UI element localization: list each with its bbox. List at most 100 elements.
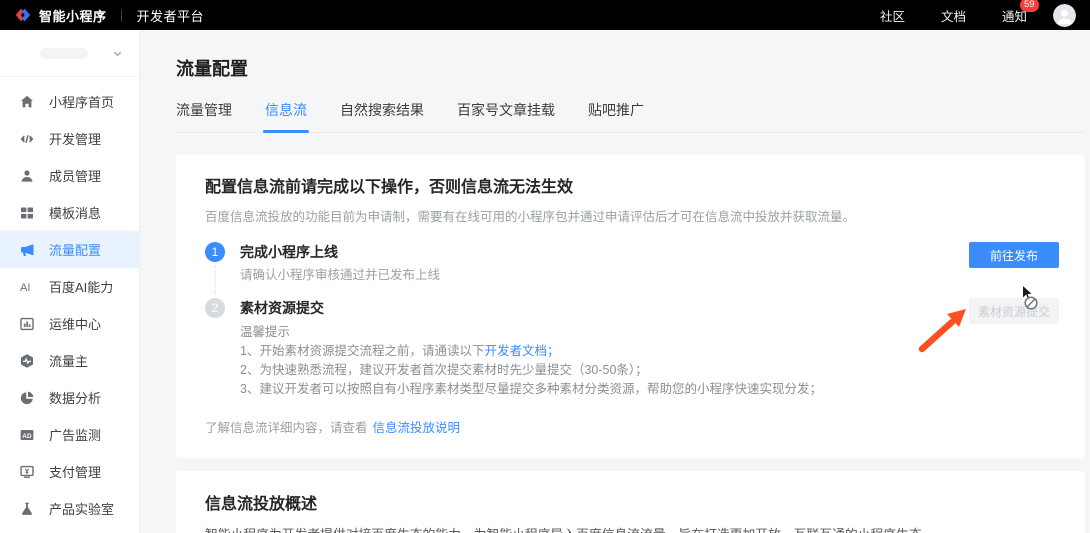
traffic-owner-icon: [19, 353, 35, 369]
app-selector[interactable]: [0, 30, 139, 77]
ad-icon: AD: [19, 427, 35, 443]
tip-text: 2、为快速熟悉流程，建议开发者首次提交素材时先少量提交（30-50条）；: [240, 363, 648, 377]
sidebar-item-label: 支付管理: [49, 462, 101, 481]
tip-item: 3、建议开发者可以按照自有小程序素材类型尽量提交多种素材分类资源，帮助您的小程序…: [240, 380, 957, 399]
sidebar-item-label: 流量配置: [49, 240, 101, 259]
main-content: 流量配置 流量管理 信息流 自然搜索结果 百家号文章挂载 贴吧推广 配置信息流前请完成以…: [141, 30, 1090, 533]
sidebar-item-lab-flask[interactable]: 产品实验室: [0, 490, 139, 527]
brand: 智能小程序 ｜ 开发者平台: [14, 6, 204, 25]
overview-paragraph: 智能小程序为开发者提供对接百度生态的能力，为智能小程序导入百度信息流流量，旨在打…: [205, 526, 1057, 533]
topnav-label: 通知: [1002, 10, 1027, 24]
app-logo-icon: [14, 6, 32, 24]
sidebar-item-label: 运维中心: [49, 314, 101, 333]
step-title: 素材资源提交: [240, 298, 957, 318]
brand-name: 智能小程序: [39, 6, 107, 25]
developer-doc-link[interactable]: 开发者文档；: [484, 344, 559, 358]
tab-百家号文章挂载[interactable]: 百家号文章挂载: [457, 100, 555, 132]
topnav-item-docs[interactable]: 文档: [941, 6, 966, 25]
sidebar-item-template-message[interactable]: 模板消息: [0, 194, 139, 231]
tips-title: 温馨提示: [240, 323, 957, 342]
tip-text: 1、开始素材资源提交流程之前，请通读以下: [240, 344, 484, 358]
step-desc: 请确认小程序审核通过并已发布上线: [240, 267, 957, 284]
tip-item: 2、为快速熟悉流程，建议开发者首次提交素材时先少量提交（30-50条）；: [240, 361, 957, 380]
template-message-icon: [19, 205, 35, 221]
sidebar-item-ai[interactable]: AI 百度AI能力: [0, 268, 139, 305]
svg-text:AI: AI: [20, 282, 30, 294]
sidebar-item-pie-chart[interactable]: 数据分析: [0, 379, 139, 416]
ops-chart-icon: [19, 316, 35, 332]
step-body: 完成小程序上线请确认小程序审核通过并已发布上线: [240, 242, 957, 298]
app-window: 智能小程序 ｜ 开发者平台 社区 文档 通知59 小程序首页开发管理成员管理模板消息…: [0, 0, 1090, 533]
topnav-label: 社区: [880, 10, 905, 24]
chevron-down-icon: [112, 48, 123, 59]
sidebar: 小程序首页开发管理成员管理模板消息流量配置 AI 百度AI能力运维中心流量主数据分析…: [0, 30, 140, 533]
tip-item: 1、开始素材资源提交流程之前，请通读以下开发者文档；: [240, 342, 957, 361]
sidebar-item-label: 百度AI能力: [49, 277, 113, 296]
sidebar-item-ops-chart[interactable]: 运维中心: [0, 305, 139, 342]
user-avatar-icon: [1053, 4, 1076, 27]
payment-icon: [19, 464, 35, 480]
step-action: 素材资源提交: [969, 298, 1059, 324]
sidebar-menu: 小程序首页开发管理成员管理模板消息流量配置 AI 百度AI能力运维中心流量主数据分析…: [0, 77, 139, 527]
step-connector-line: [215, 266, 216, 294]
sidebar-item-home[interactable]: 小程序首页: [0, 83, 139, 120]
sidebar-item-label: 开发管理: [49, 129, 101, 148]
topnav-label: 文档: [941, 10, 966, 24]
step-rail: 2: [205, 298, 225, 413]
sidebar-item-label: 流量主: [49, 351, 88, 370]
sidebar-item-traffic-owner[interactable]: 流量主: [0, 342, 139, 379]
sidebar-item-label: 数据分析: [49, 388, 101, 407]
submit-material-button[interactable]: 素材资源提交: [969, 298, 1059, 324]
step-number-badge: 2: [205, 298, 225, 318]
svg-text:AD: AD: [22, 433, 32, 440]
step-title: 完成小程序上线: [240, 242, 957, 262]
tab-信息流[interactable]: 信息流: [265, 100, 307, 132]
step-row-1: 1 完成小程序上线请确认小程序审核通过并已发布上线前往发布: [205, 242, 1059, 298]
avatar[interactable]: [1053, 4, 1076, 27]
lab-flask-icon: [19, 501, 35, 517]
step-number-badge: 1: [205, 242, 225, 262]
app-name-redacted: [40, 48, 88, 59]
sidebar-item-label: 成员管理: [49, 166, 101, 185]
sidebar-item-label: 广告监测: [49, 425, 101, 444]
step-rail: 1: [205, 242, 225, 298]
tab-自然搜索结果[interactable]: 自然搜索结果: [340, 100, 424, 132]
setup-card-subtitle: 百度信息流投放的功能目前为申请制，需要有在线可用的小程序包并通过申请评估后才可在…: [205, 208, 1059, 226]
sidebar-item-ad[interactable]: AD 广告监测: [0, 416, 139, 453]
platform-name: 开发者平台: [137, 6, 205, 25]
ai-icon: AI: [19, 279, 35, 295]
step-row-2: 2素材资源提交温馨提示1、开始素材资源提交流程之前，请通读以下开发者文档；2、为…: [205, 298, 1059, 413]
pie-chart-icon: [19, 390, 35, 406]
go-publish-button[interactable]: 前往发布: [969, 242, 1059, 268]
topbar: 智能小程序 ｜ 开发者平台 社区 文档 通知59: [0, 0, 1090, 30]
step-action: 前往发布: [969, 242, 1059, 268]
feed-delivery-doc-link[interactable]: 信息流投放说明: [373, 421, 461, 435]
sidebar-item-label: 产品实验室: [49, 499, 114, 518]
page-title: 流量配置: [176, 55, 1085, 81]
sidebar-item-label: 模板消息: [49, 203, 101, 222]
sidebar-item-member[interactable]: 成员管理: [0, 157, 139, 194]
member-icon: [19, 168, 35, 184]
tab-bar: 流量管理 信息流 自然搜索结果 百家号文章挂载 贴吧推广: [176, 100, 1085, 133]
steps: 1完成小程序上线请确认小程序审核通过并已发布上线前往发布2素材资源提交温馨提示1…: [205, 242, 1059, 413]
overview-card: 信息流投放概述 智能小程序为开发者提供对接百度生态的能力，为智能小程序导入百度信…: [176, 471, 1085, 533]
setup-card: 配置信息流前请完成以下操作，否则信息流无法生效 百度信息流投放的功能目前为申请制…: [176, 155, 1085, 458]
home-icon: [19, 94, 35, 110]
overview-heading: 信息流投放概述: [205, 494, 1057, 516]
topnav-item-notifications[interactable]: 通知59: [1002, 6, 1027, 25]
tip-text: 3、建议开发者可以按照自有小程序素材类型尽量提交多种素材分类资源，帮助您的小程序…: [240, 382, 822, 396]
footer-note-text: 了解信息流详细内容，请查看: [205, 421, 368, 435]
tab-贴吧推广[interactable]: 贴吧推广: [588, 100, 644, 132]
topbar-nav: 社区 文档 通知59: [880, 6, 1027, 25]
sidebar-item-code[interactable]: 开发管理: [0, 120, 139, 157]
sidebar-item-megaphone[interactable]: 流量配置: [0, 231, 139, 268]
setup-card-title: 配置信息流前请完成以下操作，否则信息流无法生效: [205, 177, 1059, 199]
topnav-item-community[interactable]: 社区: [880, 6, 905, 25]
step-body: 素材资源提交温馨提示1、开始素材资源提交流程之前，请通读以下开发者文档；2、为快…: [240, 298, 957, 413]
notification-badge: 59: [1020, 0, 1039, 12]
sidebar-item-payment[interactable]: 支付管理: [0, 453, 139, 490]
sidebar-item-label: 小程序首页: [49, 92, 114, 111]
megaphone-icon: [19, 242, 35, 258]
tab-流量管理[interactable]: 流量管理: [176, 100, 232, 132]
footer-note: 了解信息流详细内容，请查看信息流投放说明: [205, 417, 1059, 436]
